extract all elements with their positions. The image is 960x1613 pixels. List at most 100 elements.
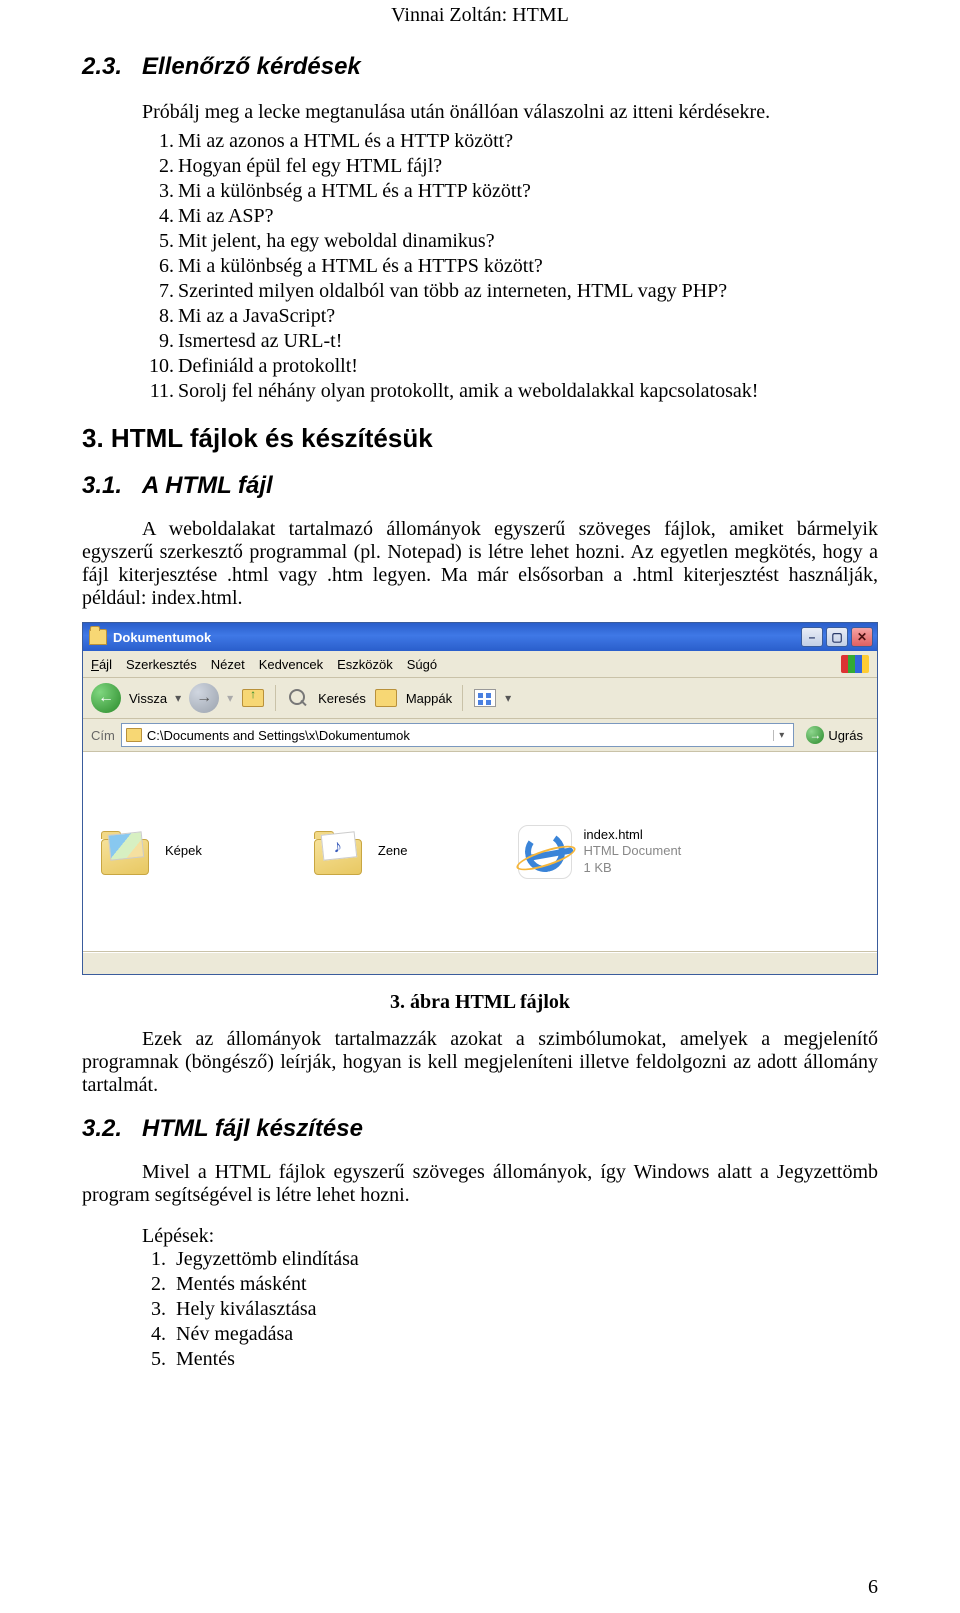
step-item: 1.Jegyzettömb elindítása (142, 1248, 878, 1271)
intro-paragraph: Próbálj meg a lecke megtanulása után öná… (142, 101, 878, 124)
question-text: Mi az a JavaScript? (178, 305, 335, 327)
ie-document-icon (518, 825, 572, 879)
figure-caption: 3. ábra HTML fájlok (82, 991, 878, 1014)
up-button[interactable] (241, 687, 265, 709)
question-item: 4.Mi az ASP? (144, 205, 878, 228)
question-item: 5.Mit jelent, ha egy weboldal dinamikus? (144, 230, 878, 253)
heading-3-1-number: 3.1. (82, 472, 142, 500)
question-list: 1.Mi az azonos a HTML és a HTTP között? … (144, 130, 878, 403)
search-label[interactable]: Keresés (318, 691, 366, 706)
question-text: Szerinted milyen oldalból van több az in… (178, 280, 727, 302)
question-text: Hogyan épül fel egy HTML fájl? (178, 155, 442, 177)
question-item: 11.Sorolj fel néhány olyan protokollt, a… (144, 380, 878, 403)
question-text: Mi a különbség a HTML és a HTTP között? (178, 180, 531, 202)
page-number: 6 (868, 1576, 878, 1599)
pictures-folder-icon (99, 829, 153, 875)
file-item-index-html[interactable]: index.html HTML Document 1 KB (518, 766, 682, 937)
question-text: Sorolj fel néhány olyan protokollt, amik… (178, 380, 758, 402)
folder-item-music[interactable]: Zene (312, 766, 408, 937)
question-item: 1.Mi az azonos a HTML és a HTTP között? (144, 130, 878, 153)
item-label: Zene (378, 843, 408, 859)
menu-favorites[interactable]: Kedvencek (259, 657, 323, 672)
heading-3-1: 3.1.A HTML fájl (82, 472, 878, 500)
step-text: Mentés (176, 1348, 235, 1370)
go-label: Ugrás (828, 728, 863, 743)
step-item: 5.Mentés (142, 1348, 878, 1371)
step-item: 2.Mentés másként (142, 1273, 878, 1296)
step-text: Név megadása (176, 1323, 293, 1345)
menu-edit[interactable]: Szerkesztés (126, 657, 197, 672)
maximize-button[interactable]: ▢ (826, 627, 848, 647)
heading-2-3-title: Ellenőrző kérdések (142, 53, 361, 80)
toolbar-separator (462, 685, 463, 711)
address-bar: Cím C:\Documents and Settings\x\Dokument… (83, 719, 877, 752)
address-dropdown[interactable]: ▾ (773, 730, 789, 741)
question-item: 7.Szerinted milyen oldalból van több az … (144, 280, 878, 303)
folders-icon[interactable] (374, 687, 398, 709)
heading-3-2: 3.2.HTML fájl készítése (82, 1115, 878, 1143)
toolbar-separator (275, 685, 276, 711)
menu-tools[interactable]: Eszközök (337, 657, 393, 672)
question-item: 2.Hogyan épül fel egy HTML fájl? (144, 155, 878, 178)
folder-item-pictures[interactable]: Képek (99, 766, 202, 937)
window-title: Dokumentumok (113, 630, 211, 645)
go-button[interactable]: → Ugrás (800, 724, 869, 746)
file-name: index.html (584, 827, 682, 843)
step-item: 3.Hely kiválasztása (142, 1298, 878, 1321)
menu-bar: Fájl Szerkesztés Nézet Kedvencek Eszközö… (83, 651, 877, 678)
views-dropdown[interactable]: ▾ (505, 691, 511, 705)
paragraph-3-1: A weboldalakat tartalmazó állományok egy… (82, 518, 878, 610)
paragraph-after-figure: Ezek az állományok tartalmazzák azokat a… (82, 1028, 878, 1097)
search-icon[interactable] (286, 687, 310, 709)
heading-3-title: HTML fájlok és készítésük (111, 423, 433, 453)
menu-help[interactable]: Súgó (407, 657, 437, 672)
heading-2-3-number: 2.3. (82, 53, 142, 81)
menu-view[interactable]: Nézet (211, 657, 245, 672)
back-button[interactable]: ← (91, 683, 121, 713)
steps-list: 1.Jegyzettömb elindítása 2.Mentés máskén… (142, 1248, 878, 1371)
question-text: Mi az azonos a HTML és a HTTP között? (178, 130, 513, 152)
heading-3-number: 3. (82, 423, 104, 453)
window-titlebar[interactable]: Dokumentumok – ▢ ✕ (83, 623, 877, 651)
question-text: Mi a különbség a HTML és a HTTPS között? (178, 255, 543, 277)
back-label[interactable]: Vissza (129, 691, 167, 706)
toolbar: ← Vissza ▾ → ▾ Keresés Mappák ▾ (83, 678, 877, 719)
go-arrow-icon: → (806, 726, 824, 744)
question-text: Mi az ASP? (178, 205, 274, 227)
heading-3-2-title: HTML fájl készítése (142, 1115, 363, 1142)
forward-dropdown[interactable]: ▾ (227, 691, 233, 705)
back-dropdown[interactable]: ▾ (175, 691, 181, 705)
step-text: Mentés másként (176, 1273, 307, 1295)
question-item: 10.Definiáld a protokollt! (144, 355, 878, 378)
minimize-button[interactable]: – (801, 627, 823, 647)
heading-3: 3. HTML fájlok és készítésük (82, 423, 878, 454)
question-item: 9.Ismertesd az URL-t! (144, 330, 878, 353)
explorer-window: Dokumentumok – ▢ ✕ Fájl Szerkesztés Néze… (82, 622, 878, 975)
address-input[interactable]: C:\Documents and Settings\x\Dokumentumok… (121, 723, 794, 747)
forward-button[interactable]: → (189, 683, 219, 713)
music-folder-icon (312, 829, 366, 875)
question-text: Definiáld a protokollt! (178, 355, 358, 377)
paragraph-after-figure-text: Ezek az állományok tartalmazzák azokat a… (82, 1028, 878, 1096)
windows-flag-icon (841, 655, 869, 673)
close-button[interactable]: ✕ (851, 627, 873, 647)
folder-content[interactable]: Képek Zene index.html HTML Document 1 KB (83, 752, 877, 952)
folders-label[interactable]: Mappák (406, 691, 452, 706)
file-type: HTML Document (584, 843, 682, 859)
step-text: Jegyzettömb elindítása (176, 1248, 359, 1270)
address-label: Cím (91, 728, 115, 743)
page-header-author: Vinnai Zoltán: HTML (82, 4, 878, 27)
menu-file[interactable]: Fájl (91, 657, 112, 672)
steps-label: Lépések: (142, 1225, 878, 1248)
status-bar (83, 952, 877, 974)
heading-3-1-title: A HTML fájl (142, 472, 273, 499)
item-label: Képek (165, 843, 202, 859)
question-item: 3.Mi a különbség a HTML és a HTTP között… (144, 180, 878, 203)
file-size: 1 KB (584, 860, 682, 876)
question-item: 6.Mi a különbség a HTML és a HTTPS közöt… (144, 255, 878, 278)
paragraph-3-2: Mivel a HTML fájlok egyszerű szöveges ál… (82, 1161, 878, 1207)
question-item: 8.Mi az a JavaScript? (144, 305, 878, 328)
paragraph-3-2-text: Mivel a HTML fájlok egyszerű szöveges ál… (82, 1161, 878, 1206)
views-button[interactable] (473, 687, 497, 709)
folder-icon (126, 728, 142, 742)
